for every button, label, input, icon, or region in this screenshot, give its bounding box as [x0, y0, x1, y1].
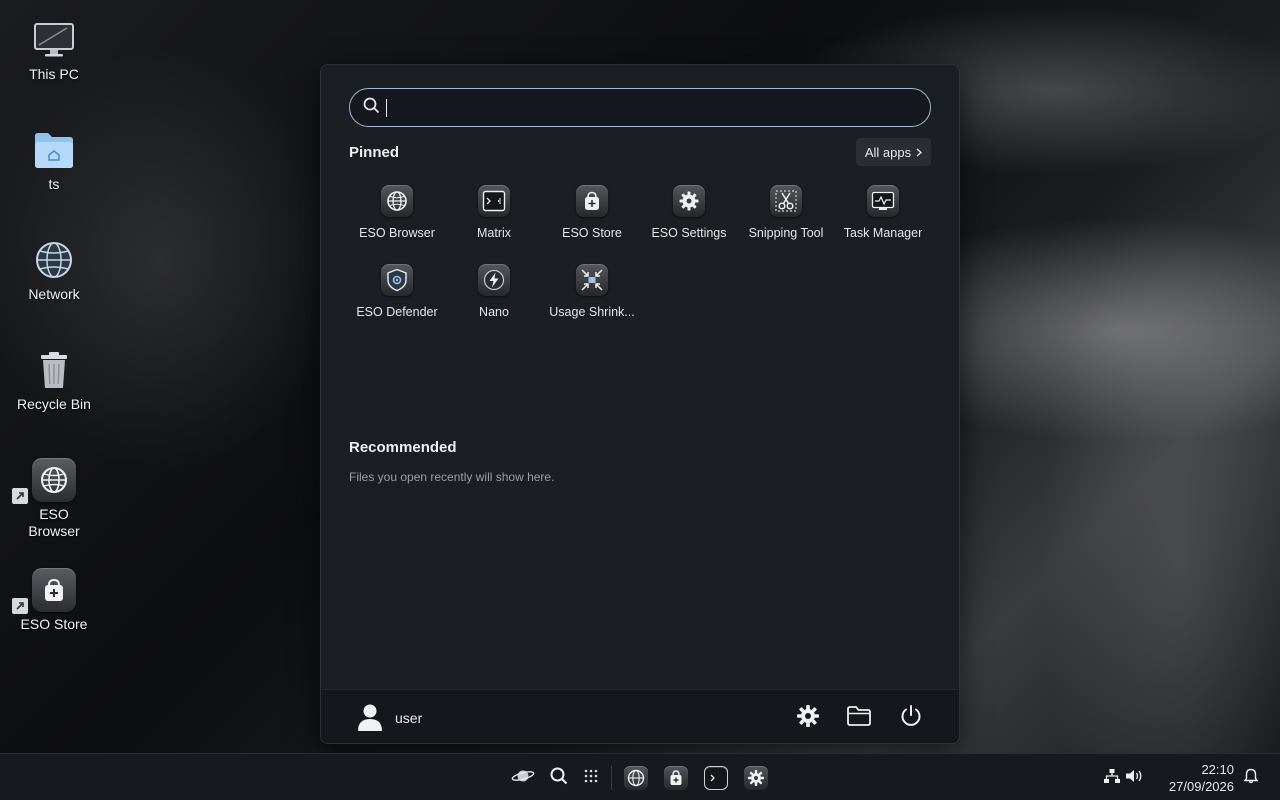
chevron-right-icon	[916, 145, 923, 160]
volume-icon	[1125, 768, 1143, 789]
browser-icon	[32, 458, 76, 502]
pinned-app-matrix[interactable]: Matrix	[446, 185, 542, 240]
folder-icon	[846, 705, 872, 732]
pinned-app-label: Usage Shrink...	[549, 305, 635, 319]
search-icon	[550, 767, 568, 790]
desktop-icon-label: This PC	[29, 66, 79, 82]
user-avatar-icon	[357, 703, 383, 734]
taskbar-search-button[interactable]	[545, 764, 573, 792]
pinned-app-task-manager[interactable]: Task Manager	[835, 185, 931, 240]
notifications-button[interactable]	[1237, 764, 1265, 792]
desktop-icon-ts[interactable]: ts	[8, 128, 100, 193]
store-icon	[664, 766, 688, 790]
volume-button[interactable]	[1120, 764, 1148, 792]
user-name: user	[395, 710, 423, 726]
bell-icon	[1243, 768, 1259, 789]
terminal-icon	[478, 185, 510, 217]
globe-icon	[381, 185, 413, 217]
search-icon	[363, 97, 380, 119]
taskbar-app-eso-store[interactable]	[662, 764, 690, 792]
shortcut-arrow-icon	[12, 598, 28, 614]
desktop-icons: This PC ts Network Recycle Bin ESO Brows…	[0, 0, 108, 660]
store-icon-tile	[32, 568, 76, 612]
browser-icon	[624, 766, 648, 790]
store-icon	[576, 185, 608, 217]
activity-icon	[867, 185, 899, 217]
pinned-app-label: Matrix	[476, 226, 512, 240]
file-explorer-button[interactable]	[845, 704, 873, 732]
store-icon	[32, 568, 76, 612]
start-button[interactable]	[509, 764, 537, 792]
start-menu: Pinned All apps ESO Browser Matrix ESO S…	[320, 64, 960, 744]
pinned-app-snipping-tool[interactable]: Snipping Tool	[738, 185, 834, 240]
pinned-app-label: Nano	[479, 305, 509, 319]
taskbar-separator	[611, 766, 612, 790]
taskbar-app-eso-settings[interactable]	[742, 764, 770, 792]
desktop-icon-label: ESO Store	[20, 616, 88, 632]
pinned-app-eso-browser[interactable]: ESO Browser	[349, 185, 445, 240]
settings-button[interactable]	[794, 704, 822, 732]
network-icon	[1103, 768, 1121, 789]
desktop-icon-label: ESO Browser	[28, 506, 80, 539]
recommended-title: Recommended	[349, 439, 457, 456]
home-folder-icon	[32, 128, 76, 172]
pinned-app-eso-defender[interactable]: ESO Defender	[349, 264, 445, 319]
all-apps-label: All apps	[864, 144, 912, 160]
pinned-app-label: ESO Settings	[651, 226, 727, 240]
gear-icon	[796, 704, 820, 733]
shield-icon	[381, 264, 413, 296]
settings-icon	[744, 766, 768, 790]
desktop-icon-label: Recycle Bin	[17, 396, 91, 412]
app-grid-button[interactable]	[577, 764, 605, 792]
clock[interactable]: 22:10 27/09/2026	[1148, 761, 1234, 795]
power-button[interactable]	[897, 704, 925, 732]
start-menu-footer: user	[321, 689, 959, 743]
desktop-icon-label: Network	[28, 286, 80, 302]
lightning-icon	[478, 264, 510, 296]
pinned-app-eso-store[interactable]: ESO Store	[544, 185, 640, 240]
desktop-icon-eso-store[interactable]: ESO Store	[8, 568, 100, 633]
pinned-app-label: ESO Defender	[356, 305, 438, 319]
compress-icon	[576, 264, 608, 296]
pinned-app-nano[interactable]: Nano	[446, 264, 542, 319]
planet-icon	[511, 767, 535, 790]
recommended-empty-text: Files you open recently will show here.	[349, 470, 555, 484]
search-input[interactable]	[393, 99, 913, 116]
pinned-title: Pinned	[349, 144, 400, 161]
globe-icon	[32, 238, 76, 282]
taskbar-app-matrix[interactable]	[702, 764, 730, 792]
taskbar: 22:10 27/09/2026	[0, 753, 1280, 800]
desktop-icon-this-pc[interactable]: This PC	[8, 18, 100, 83]
pinned-app-label: ESO Store	[562, 226, 622, 240]
desktop-icon-label: ts	[48, 176, 60, 192]
user-account-button[interactable]: user	[357, 702, 422, 734]
pinned-app-label: ESO Browser	[359, 226, 435, 240]
clock-time: 22:10	[1201, 762, 1234, 777]
monitor-icon	[32, 18, 76, 62]
shortcut-arrow-icon	[12, 488, 28, 504]
pinned-app-eso-settings[interactable]: ESO Settings	[641, 185, 737, 240]
pinned-app-label: Snipping Tool	[748, 226, 824, 240]
search-box[interactable]	[349, 88, 931, 127]
trash-icon	[32, 348, 76, 392]
clock-date: 27/09/2026	[1168, 779, 1234, 794]
desktop-icon-recycle-bin[interactable]: Recycle Bin	[8, 348, 100, 413]
pinned-app-usage-shrinker[interactable]: Usage Shrink...	[544, 264, 640, 319]
pinned-app-label: Task Manager	[843, 226, 923, 240]
all-apps-button[interactable]: All apps	[856, 138, 931, 166]
app-grid-icon	[584, 769, 598, 788]
browser-icon-tile	[32, 458, 76, 502]
taskbar-app-eso-browser[interactable]	[622, 764, 650, 792]
scissors-icon	[770, 185, 802, 217]
text-caret	[386, 98, 387, 117]
power-icon	[899, 704, 923, 733]
terminal-icon	[704, 766, 728, 790]
gear-icon	[673, 185, 705, 217]
desktop-icon-network[interactable]: Network	[8, 238, 100, 303]
desktop-icon-eso-browser[interactable]: ESO Browser	[8, 458, 100, 540]
